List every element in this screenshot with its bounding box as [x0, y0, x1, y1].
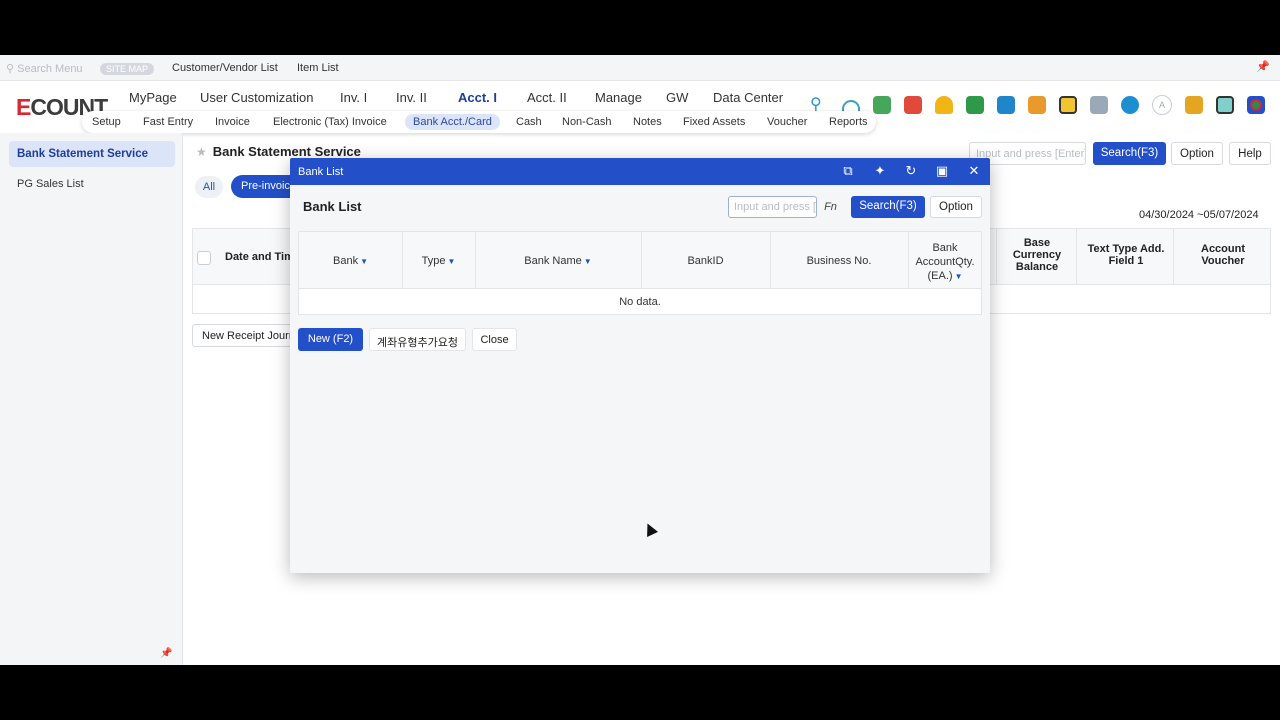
- nav-acct-2[interactable]: Acct. II: [527, 90, 567, 105]
- item-list-link[interactable]: Item List: [297, 62, 339, 74]
- new-button[interactable]: New (F2): [298, 328, 363, 351]
- sidebar: Bank Statement Service PG Sales List 📌: [0, 133, 183, 665]
- subnav-fixed-assets[interactable]: Fixed Assets: [683, 116, 745, 128]
- sort-down-icon: ▼: [360, 257, 368, 266]
- star-icon[interactable]: ★: [196, 145, 207, 159]
- clock-icon[interactable]: [1121, 96, 1139, 114]
- col-type[interactable]: Type ▼: [402, 255, 475, 267]
- empty-state: No data.: [619, 296, 661, 308]
- sidebar-pin-icon[interactable]: 📌: [160, 648, 172, 659]
- request-account-type-button[interactable]: 계좌유형추가요청: [369, 328, 466, 351]
- avatar[interactable]: A: [1152, 95, 1172, 115]
- subnav-cash[interactable]: Cash: [516, 116, 542, 128]
- transfer-icon[interactable]: [966, 96, 984, 114]
- subnav-invoice[interactable]: Invoice: [215, 116, 250, 128]
- nav-mypage[interactable]: MyPage: [129, 90, 177, 105]
- maximize-icon[interactable]: ▣: [934, 163, 950, 179]
- nav-user-customization[interactable]: User Customization: [200, 90, 313, 105]
- new-receipt-journal-button[interactable]: New Receipt Journal: [192, 324, 302, 347]
- sub-nav: Setup Fast Entry Invoice Electronic (Tax…: [82, 111, 876, 133]
- sitemap-badge[interactable]: SITE MAP: [100, 63, 155, 75]
- sort-down-icon: ▼: [954, 272, 963, 281]
- modal-title: Bank List: [303, 199, 362, 214]
- col-business-no[interactable]: Business No.: [770, 255, 908, 267]
- col-text-type-add-field-1[interactable]: Text Type Add. Field 1: [1081, 243, 1171, 267]
- col-account-voucher[interactable]: Account Voucher: [1183, 243, 1263, 267]
- modal-titlebar[interactable]: Bank List ⧉ ✦ ↻ ▣ ✕: [290, 158, 990, 185]
- folder-icon[interactable]: [1185, 96, 1203, 114]
- pin-icon[interactable]: ✦: [872, 163, 888, 179]
- bank-list-table: Bank ▼ Type ▼ Bank Name ▼ BankID Business N…: [298, 231, 982, 315]
- modal-search-input[interactable]: Input and press [Enter]: [728, 196, 817, 218]
- col-bank-name[interactable]: Bank Name ▼: [475, 255, 641, 267]
- nav-gw[interactable]: GW: [666, 90, 688, 105]
- nav-manage[interactable]: Manage: [595, 90, 642, 105]
- search-menu[interactable]: ⚲ Search Menu: [6, 62, 83, 75]
- bank-list-header: Bank ▼ Type ▼ Bank Name ▼ BankID Business N…: [299, 232, 981, 289]
- sort-down-icon: ▼: [447, 257, 456, 266]
- nav-inv-1[interactable]: Inv. I: [340, 90, 367, 105]
- close-icon[interactable]: ✕: [966, 163, 982, 179]
- subnav-non-cash[interactable]: Non-Cash: [562, 116, 612, 128]
- page-title: ★ Bank Statement Service: [196, 144, 361, 159]
- nav-inv-2[interactable]: Inv. II: [396, 90, 427, 105]
- date-range: 04/30/2024 ~05/07/2024: [1139, 209, 1259, 221]
- subnav-electronic-tax-invoice[interactable]: Electronic (Tax) Invoice: [273, 116, 387, 128]
- monitor-icon[interactable]: [1216, 96, 1234, 114]
- refresh-icon[interactable]: ↻: [903, 163, 919, 179]
- chat-icon[interactable]: [997, 96, 1015, 114]
- col-bank[interactable]: Bank ▼: [299, 255, 402, 267]
- bank-list-modal: Bank List ⧉ ✦ ↻ ▣ ✕ Bank List Input and …: [290, 158, 990, 573]
- external-link-icon[interactable]: ⧉: [840, 163, 856, 179]
- apps-grid-icon[interactable]: [1247, 96, 1265, 114]
- sidebar-item-pg-sales-list[interactable]: PG Sales List: [17, 178, 84, 190]
- subnav-setup[interactable]: Setup: [92, 116, 121, 128]
- col-date-time[interactable]: Date and Time: [225, 251, 300, 263]
- modal-search-button[interactable]: Search(F3): [851, 196, 925, 218]
- modal-option-button[interactable]: Option: [930, 196, 982, 218]
- select-all-checkbox[interactable]: [197, 251, 211, 265]
- sort-down-icon: ▼: [583, 257, 592, 266]
- page-help-button[interactable]: Help: [1229, 142, 1271, 165]
- trash-icon[interactable]: [904, 96, 922, 114]
- page-search-button[interactable]: Search(F3): [1093, 142, 1166, 165]
- board-icon[interactable]: [1059, 96, 1077, 114]
- app-window: ⚲ Search Menu SITE MAP Customer/Vendor L…: [0, 55, 1280, 665]
- subnav-voucher[interactable]: Voucher: [767, 116, 807, 128]
- page-option-button[interactable]: Option: [1171, 142, 1223, 165]
- add-window-icon[interactable]: [873, 96, 891, 114]
- modal-window-title: Bank List: [298, 166, 344, 178]
- subnav-fast-entry[interactable]: Fast Entry: [143, 116, 193, 128]
- nav-acct-1[interactable]: Acct. I: [458, 90, 497, 105]
- message-icon[interactable]: [1090, 96, 1108, 114]
- customer-vendor-list-link[interactable]: Customer/Vendor List: [172, 62, 278, 74]
- tab-all[interactable]: All: [195, 176, 223, 198]
- bell-icon[interactable]: [935, 96, 953, 114]
- nav-data-center[interactable]: Data Center: [713, 90, 783, 105]
- sidebar-item-bank-statement-service[interactable]: Bank Statement Service: [9, 141, 175, 167]
- col-bank-id[interactable]: BankID: [641, 255, 770, 267]
- top-strip: ⚲ Search Menu SITE MAP Customer/Vendor L…: [0, 55, 1280, 81]
- subnav-reports[interactable]: Reports: [829, 116, 868, 128]
- pin-icon[interactable]: 📌: [1256, 60, 1270, 73]
- col-base-currency-balance[interactable]: Base Currency Balance: [1005, 237, 1069, 273]
- close-button[interactable]: Close: [472, 328, 517, 351]
- fn-button[interactable]: Fn: [817, 196, 844, 218]
- col-bank-account-qty[interactable]: Bank AccountQty.(EA.) ▼: [911, 241, 979, 284]
- subnav-bank-acct-card[interactable]: Bank Acct./Card: [405, 114, 500, 130]
- subnav-notes[interactable]: Notes: [633, 116, 662, 128]
- mail-icon[interactable]: [1028, 96, 1046, 114]
